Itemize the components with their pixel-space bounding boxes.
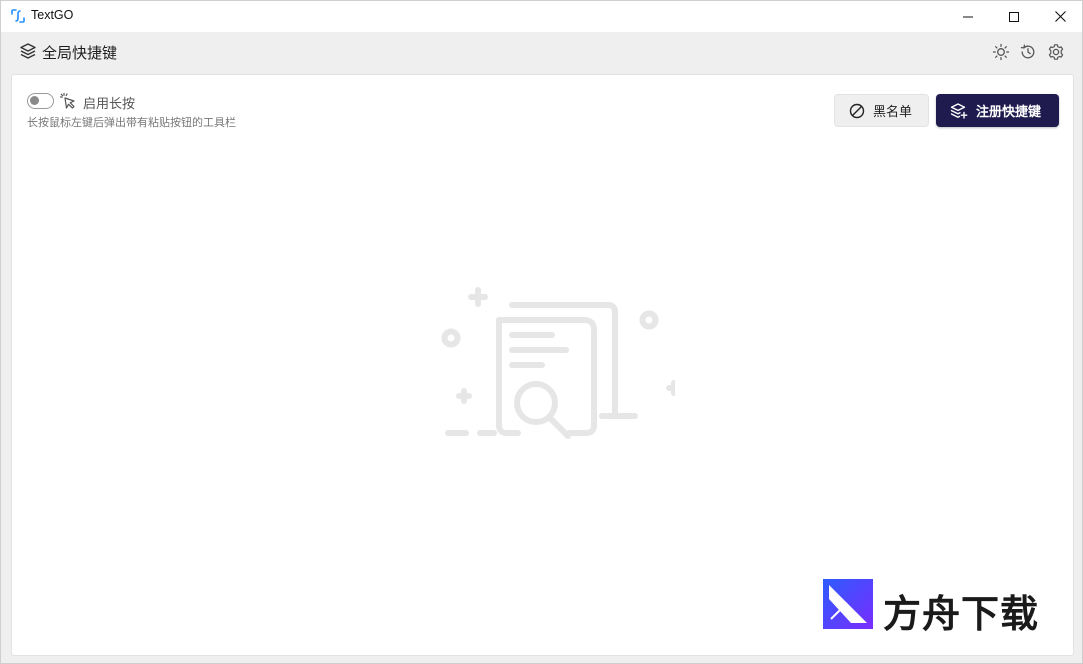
maximize-button[interactable] <box>991 1 1037 32</box>
close-button[interactable] <box>1037 1 1083 32</box>
window-title: TextGO <box>31 8 74 22</box>
long-press-description: 长按鼠标左键后弹出带有粘贴按钮的工具栏 <box>27 116 236 129</box>
layers-icon <box>19 42 37 60</box>
pointer-click-icon <box>59 92 77 110</box>
sun-icon <box>992 43 1010 61</box>
long-press-toggle[interactable] <box>27 93 54 109</box>
toggle-knob <box>30 96 39 105</box>
main-panel: 启用长按 长按鼠标左键后弹出带有粘贴按钮的工具栏 黑名单 注册快捷键 <box>11 74 1074 656</box>
register-shortcut-button[interactable]: 注册快捷键 <box>936 94 1059 127</box>
register-shortcut-label: 注册快捷键 <box>976 105 1042 120</box>
maximize-icon <box>1009 11 1019 22</box>
close-icon <box>1054 11 1066 22</box>
ban-icon <box>849 103 865 118</box>
page-title: 全局快捷键 <box>42 44 118 62</box>
minimize-icon <box>963 16 973 17</box>
blacklist-label: 黑名单 <box>873 105 913 120</box>
title-bar[interactable]: TextGO <box>1 1 1082 32</box>
layers-plus-icon <box>950 102 968 119</box>
theme-toggle-button[interactable] <box>990 41 1012 63</box>
watermark-text: 方舟下载 <box>883 592 1040 636</box>
empty-search-document-illustration <box>441 287 675 439</box>
blacklist-button[interactable]: 黑名单 <box>834 94 929 127</box>
app-window: TextGO 全局快捷键 启用长按 长按鼠标左键后弹出带有粘贴按钮的工具栏 黑名… <box>0 0 1083 664</box>
watermark: 方舟下载 <box>823 579 1053 636</box>
history-icon <box>1020 44 1035 59</box>
minimize-button[interactable] <box>945 1 991 32</box>
history-button[interactable] <box>1017 41 1039 63</box>
fangzhou-logo-icon <box>823 579 873 629</box>
gear-icon <box>1048 44 1064 60</box>
settings-button[interactable] <box>1045 41 1067 63</box>
textgo-logo-icon <box>10 8 26 24</box>
long-press-label: 启用长按 <box>83 97 136 112</box>
page-header: 全局快捷键 <box>1 32 1082 72</box>
